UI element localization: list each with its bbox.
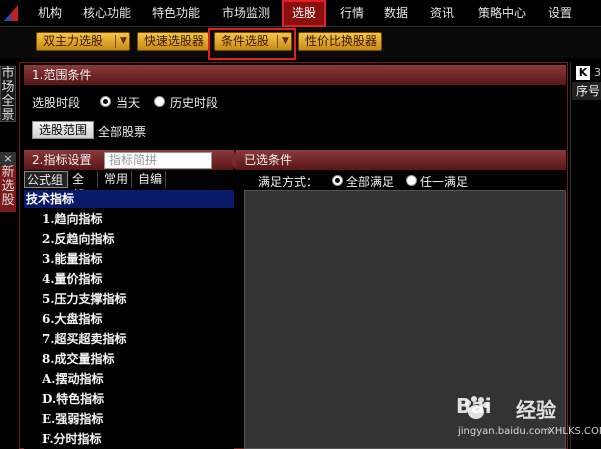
indicator-tabs: 公式组 全部 常用 自编 <box>24 171 234 202</box>
results-panel <box>570 62 601 449</box>
satisfy-any-label[interactable]: 任一满足 <box>420 173 468 190</box>
satisfy-all-radio[interactable] <box>332 175 343 186</box>
watermark-site: XHLKS.COM <box>548 426 601 437</box>
range-section: 选股时段 当天 历史时段 选股范围 全部股票 <box>24 86 566 146</box>
tree-item[interactable]: 8.成交量指标 <box>42 349 115 369</box>
history-label[interactable]: 历史时段 <box>170 94 218 111</box>
tree-item[interactable]: 2.反趋向指标 <box>42 229 115 249</box>
tree-item[interactable]: 6.大盘指标 <box>42 309 103 329</box>
tab-formula-group[interactable]: 公式组 <box>24 171 68 188</box>
satisfy-any-radio[interactable] <box>406 175 417 186</box>
k-line-icon[interactable]: K <box>576 66 590 80</box>
menu-item-settings[interactable]: 设置 <box>542 0 578 27</box>
dual-force-picker-label: 双主力选股 <box>43 34 104 48</box>
tab-all[interactable]: 全部 <box>70 171 98 202</box>
quick-picker-label: 快速选股器 <box>144 34 205 48</box>
stock-range-button[interactable]: 选股范围 <box>32 121 94 139</box>
value-swap-button[interactable]: 性价比换股器 <box>298 32 382 51</box>
today-label[interactable]: 当天 <box>116 94 140 111</box>
app-logo-icon <box>4 5 18 21</box>
satisfy-mode-row: 满足方式： 全部满足 任一满足 <box>244 172 566 189</box>
menu-item-special-functions[interactable]: 特色功能 <box>146 0 206 27</box>
menu-item-core-functions[interactable]: 核心功能 <box>78 0 136 27</box>
new-pick-tab[interactable]: 新选股 <box>0 166 16 212</box>
satisfy-all-label[interactable]: 全部满足 <box>346 173 394 190</box>
stock-range-value: 全部股票 <box>98 125 147 139</box>
quick-picker-button[interactable]: 快速选股器 <box>137 32 209 51</box>
tab-custom[interactable]: 自编 <box>136 171 166 188</box>
market-overview-tab[interactable]: 市场全景 <box>0 66 16 123</box>
tree-item[interactable]: 4.量价指标 <box>42 269 103 289</box>
indicator-tree: 技术指标 1.趋向指标 2.反趋向指标 3.能量指标 4.量价指标 5.压力支撑… <box>24 190 234 449</box>
range-section-heading: 1.范围条件 <box>24 65 566 85</box>
menu-item-quotes[interactable]: 行情 <box>334 0 370 27</box>
results-count: 3 <box>594 66 601 79</box>
watermark-brand: Bai <box>456 394 492 418</box>
stock-picker-toolbar: 双主力选股 ▼ 快速选股器 条件选股 ▼ 性价比换股器 <box>0 28 601 58</box>
value-swap-label: 性价比换股器 <box>305 34 378 48</box>
tree-item[interactable]: 5.压力支撑指标 <box>42 289 127 309</box>
tab-common[interactable]: 常用 <box>102 171 132 188</box>
history-radio[interactable] <box>154 96 165 107</box>
tree-item[interactable]: 7.超买超卖指标 <box>42 329 127 349</box>
tree-item[interactable]: D.特色指标 <box>42 389 104 409</box>
tree-item[interactable]: A.摆动指标 <box>42 369 104 389</box>
menu-item-news[interactable]: 资讯 <box>424 0 460 27</box>
indicator-heading-label: 2.指标设置 <box>32 153 92 167</box>
menu-item-strategy-center[interactable]: 策略中心 <box>470 0 534 27</box>
menu-item-data[interactable]: 数据 <box>378 0 414 27</box>
period-label: 选股时段 <box>32 96 81 110</box>
tree-item[interactable]: E.强弱指标 <box>42 409 103 429</box>
tree-item[interactable]: 1.趋向指标 <box>42 209 103 229</box>
watermark-brand2: 经验 <box>516 398 556 422</box>
watermark: Bai 经验 jingyan.baidu.com XHLKS.COM <box>448 394 601 446</box>
today-radio[interactable] <box>100 96 111 107</box>
menu-item-institution[interactable]: 机构 <box>32 0 68 27</box>
indicator-search-input[interactable]: 指标简拼 <box>104 152 212 169</box>
close-icon[interactable]: × <box>0 152 16 166</box>
menu-item-stock-picking[interactable]: 选股 <box>282 0 326 27</box>
column-header-index[interactable]: 序号 <box>572 82 601 100</box>
tree-item[interactable]: 3.能量指标 <box>42 249 103 269</box>
tree-item[interactable]: F.分时指标 <box>42 429 102 449</box>
dual-force-picker-button[interactable]: 双主力选股 ▼ <box>36 32 130 51</box>
highlight-annotation <box>208 28 296 60</box>
top-menu-bar: 机构 核心功能 特色功能 市场监测 选股 行情 数据 资讯 策略中心 设置 <box>0 0 601 27</box>
chevron-down-icon[interactable]: ▼ <box>120 33 127 50</box>
watermark-url: jingyan.baidu.com <box>458 426 551 437</box>
selected-conditions-heading: 已选条件 <box>230 150 566 170</box>
tree-root-technical[interactable]: 技术指标 <box>24 190 234 208</box>
menu-item-market-monitor[interactable]: 市场监测 <box>216 0 276 27</box>
satisfy-mode-label: 满足方式： <box>258 175 319 189</box>
